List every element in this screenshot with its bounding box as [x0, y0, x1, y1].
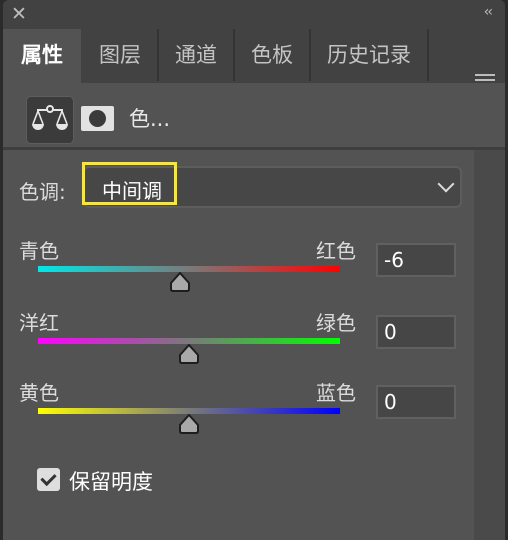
magenta-green-slider-thumb[interactable]: [178, 343, 200, 364]
cyan-red-right-label: 红色: [316, 239, 356, 263]
tab-bar: 属性 图层 通道 色板 历史记录: [3, 27, 505, 110]
layer-mask-icon[interactable]: [81, 106, 114, 131]
preserve-luminosity-checkbox[interactable]: [37, 468, 60, 491]
tab-layers[interactable]: 图层: [83, 29, 159, 81]
yellow-blue-value-input[interactable]: 0: [376, 385, 456, 419]
magenta-green-value-input[interactable]: 0: [376, 315, 456, 349]
chevron-down-icon: [437, 175, 455, 193]
yellow-blue-slider-thumb[interactable]: [178, 413, 200, 434]
adjustment-icon-row: 色...: [3, 83, 505, 147]
properties-panel: ✕ ‹‹ 属性 图层 通道 色板 历史记录 色... 色调: 中间调 青色 红色…: [3, 0, 505, 540]
tone-label: 色调:: [19, 180, 66, 204]
cyan-red-slider-thumb[interactable]: [169, 271, 191, 292]
cyan-red-value-input[interactable]: -6: [376, 243, 456, 277]
collapse-icon[interactable]: ‹‹: [484, 4, 493, 20]
panel-titlebar: ✕ ‹‹: [3, 0, 505, 27]
color-balance-icon[interactable]: [26, 96, 74, 144]
magenta-green-right-label: 绿色: [316, 311, 356, 335]
yellow-blue-right-label: 蓝色: [316, 381, 356, 405]
tab-swatches[interactable]: 色板: [235, 29, 311, 81]
yellow-blue-left-label: 黄色: [19, 381, 59, 405]
scrollbar-track[interactable]: [474, 150, 505, 540]
tab-properties[interactable]: 属性: [3, 29, 81, 85]
adjustment-name: 色...: [129, 107, 171, 131]
magenta-green-left-label: 洋红: [19, 311, 59, 335]
close-icon[interactable]: ✕: [11, 3, 27, 25]
section-divider: [3, 147, 505, 150]
cyan-red-left-label: 青色: [19, 239, 59, 263]
tab-channels[interactable]: 通道: [159, 29, 235, 81]
preserve-luminosity-label: 保留明度: [69, 470, 153, 494]
tab-history[interactable]: 历史记录: [311, 29, 429, 81]
tone-highlight-box: [82, 162, 177, 205]
